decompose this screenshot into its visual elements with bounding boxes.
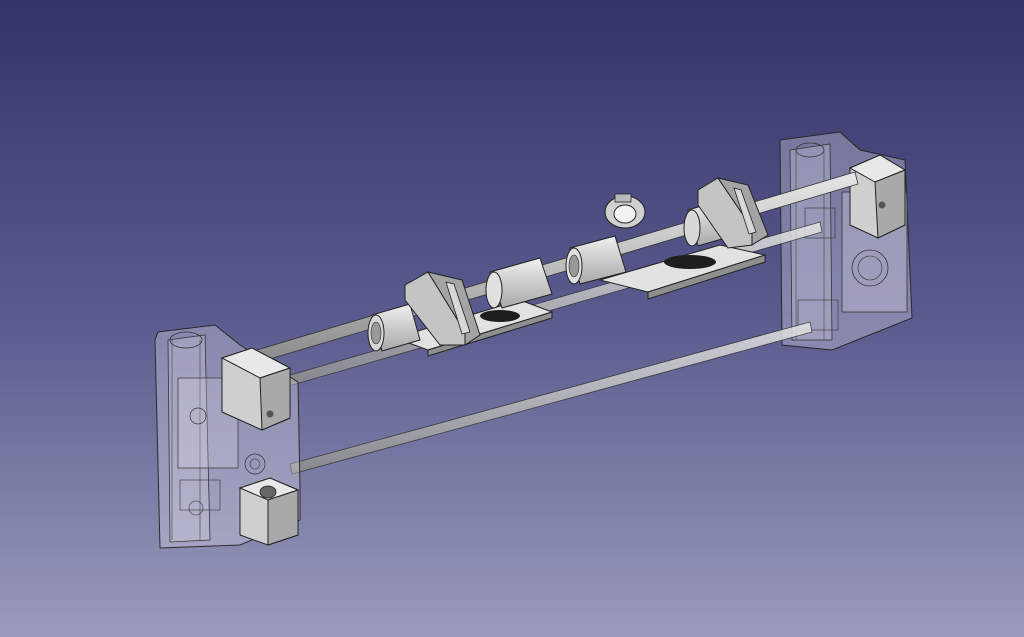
right-frame-block[interactable] (779, 131, 913, 351)
3d-viewport[interactable] (0, 0, 1024, 637)
model-scene (154, 131, 913, 549)
bottom-rod[interactable] (289, 321, 813, 475)
left-frame-block[interactable] (154, 324, 301, 549)
shaft-collar[interactable] (604, 193, 646, 229)
bushing-2[interactable] (485, 257, 553, 309)
